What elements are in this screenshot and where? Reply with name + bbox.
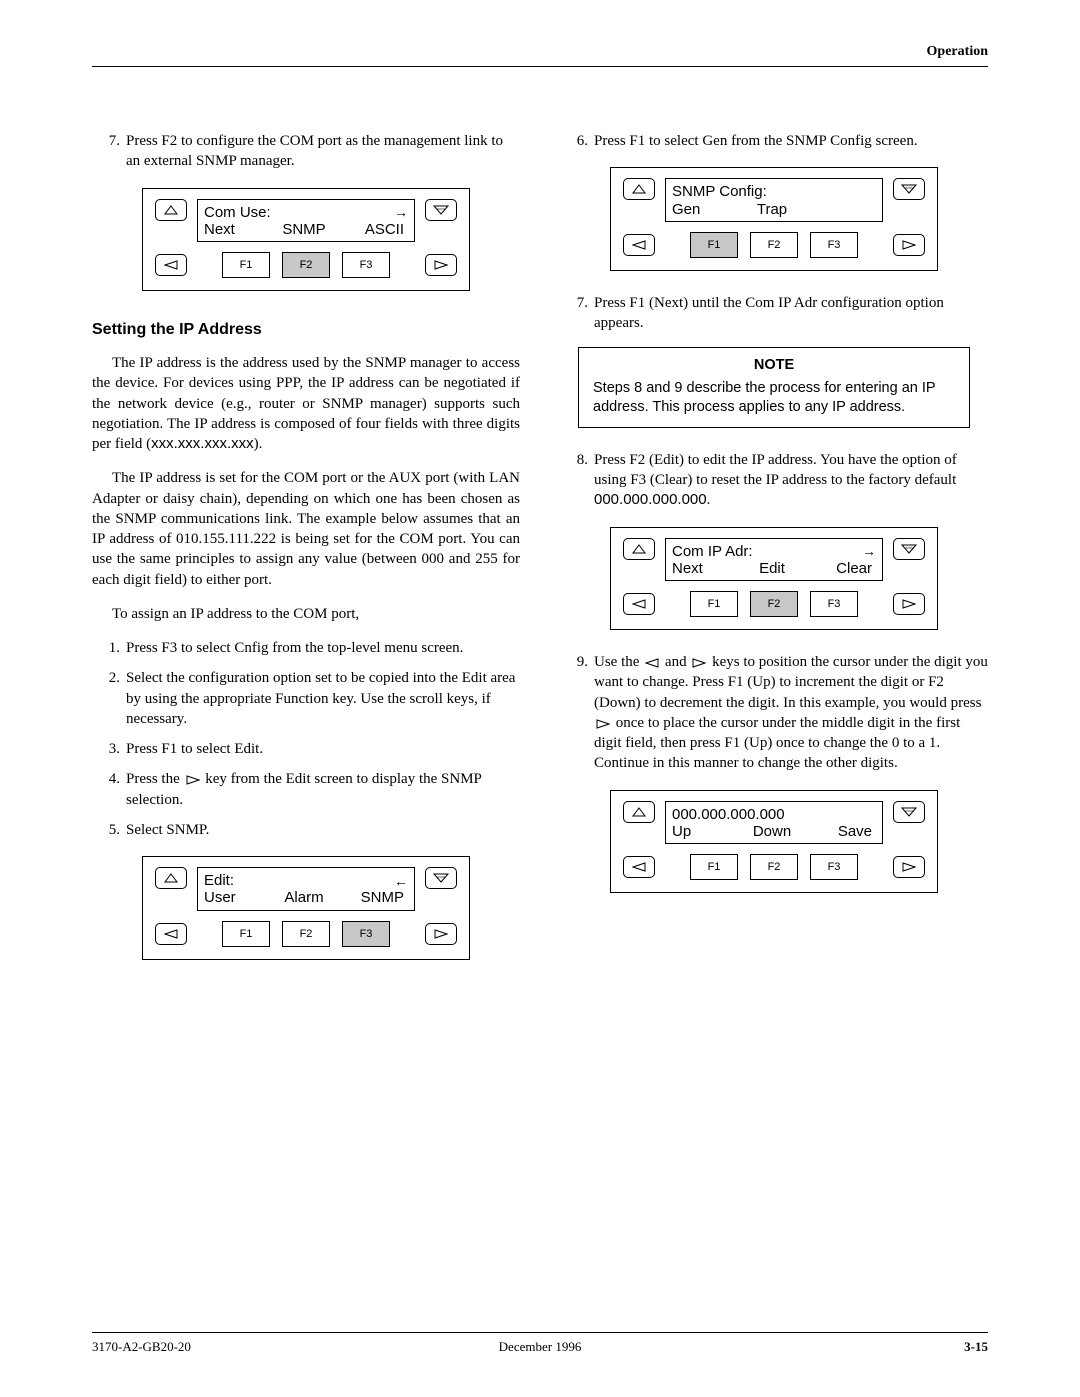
right-key[interactable] (893, 856, 925, 878)
f2-key[interactable]: F2 (282, 921, 330, 947)
left-key[interactable] (155, 254, 187, 276)
lcd-screen: Com IP Adr:→ NextEditClear (665, 538, 883, 582)
left-column: 7. Press F2 to configure the COM port as… (92, 131, 520, 982)
left-triangle-icon (645, 658, 659, 668)
step-5: 5.Select SNMP. (92, 820, 520, 840)
panel-com-use: Com Use:→ NextSNMPASCII F1 F2 F3 (142, 188, 470, 292)
right-key[interactable] (425, 923, 457, 945)
step-1: 1.Press F3 to select Cnfig from the top-… (92, 638, 520, 658)
step-7-right: 7.Press F1 (Next) until the Com IP Adr c… (560, 293, 988, 334)
step-6: 6.Press F1 to select Gen from the SNMP C… (560, 131, 988, 151)
down-key[interactable] (425, 199, 457, 221)
f2-key[interactable]: F2 (750, 591, 798, 617)
f1-key[interactable]: F1 (222, 252, 270, 278)
up-key[interactable] (623, 538, 655, 560)
up-key[interactable] (623, 178, 655, 200)
left-key[interactable] (155, 923, 187, 945)
left-key[interactable] (623, 593, 655, 615)
paragraph: To assign an IP address to the COM port, (92, 604, 520, 624)
up-key[interactable] (155, 867, 187, 889)
note-box: NOTE Steps 8 and 9 describe the process … (578, 347, 970, 428)
panel-snmp-config: SNMP Config: GenTrap F1 F2 F3 (610, 167, 938, 271)
right-key[interactable] (425, 254, 457, 276)
step-8: 8.Press F2 (Edit) to edit the IP address… (560, 450, 988, 511)
f3-key[interactable]: F3 (810, 232, 858, 258)
panel-edit: Edit:← UserAlarmSNMP F1 F2 F3 (142, 856, 470, 960)
up-key[interactable] (155, 199, 187, 221)
f1-key[interactable]: F1 (690, 591, 738, 617)
right-arrow-icon: → (862, 543, 876, 559)
step-2: 2.Select the configuration option set to… (92, 668, 520, 729)
left-key[interactable] (623, 856, 655, 878)
f1-key[interactable]: F1 (690, 232, 738, 258)
left-arrow-icon: ← (394, 873, 408, 889)
paragraph: The IP address is the address used by th… (92, 353, 520, 454)
lcd-screen: Edit:← UserAlarmSNMP (197, 867, 415, 911)
panel-com-ip: Com IP Adr:→ NextEditClear F1 F2 F3 (610, 527, 938, 631)
right-triangle-icon (596, 719, 610, 729)
left-key[interactable] (623, 234, 655, 256)
down-key[interactable] (893, 538, 925, 560)
lcd-screen: 000.000.000.000 UpDownSave (665, 801, 883, 845)
f3-key[interactable]: F3 (342, 921, 390, 947)
f3-key[interactable]: F3 (810, 591, 858, 617)
paragraph: The IP address is set for the COM port o… (92, 468, 520, 590)
right-column: 6.Press F1 to select Gen from the SNMP C… (560, 131, 988, 982)
right-triangle-icon (186, 775, 200, 785)
panel-ip-edit: 000.000.000.000 UpDownSave F1 F2 F3 (610, 790, 938, 894)
lcd-screen: SNMP Config: GenTrap (665, 178, 883, 222)
f3-key[interactable]: F3 (810, 854, 858, 880)
right-key[interactable] (893, 593, 925, 615)
lcd-screen: Com Use:→ NextSNMPASCII (197, 199, 415, 243)
step-9: 9.Use the and keys to position the curso… (560, 652, 988, 774)
f1-key[interactable]: F1 (222, 921, 270, 947)
right-arrow-icon: → (394, 204, 408, 220)
down-key[interactable] (893, 178, 925, 200)
up-key[interactable] (623, 801, 655, 823)
down-key[interactable] (425, 867, 457, 889)
footer-center: December 1996 (92, 1339, 988, 1355)
page-header: Operation (92, 44, 988, 60)
step-7-left: 7. Press F2 to configure the COM port as… (92, 131, 520, 172)
step-3: 3.Press F1 to select Edit. (92, 739, 520, 759)
down-key[interactable] (893, 801, 925, 823)
f2-key[interactable]: F2 (750, 854, 798, 880)
f3-key[interactable]: F3 (342, 252, 390, 278)
f2-key[interactable]: F2 (282, 252, 330, 278)
section-heading: Setting the IP Address (92, 321, 520, 339)
page-footer: 3170-A2-GB20-20 December 1996 3-15 (92, 1332, 988, 1355)
right-triangle-icon (692, 658, 706, 668)
header-rule (92, 66, 988, 67)
right-key[interactable] (893, 234, 925, 256)
f2-key[interactable]: F2 (750, 232, 798, 258)
f1-key[interactable]: F1 (690, 854, 738, 880)
step-4: 4.Press the key from the Edit screen to … (92, 769, 520, 810)
